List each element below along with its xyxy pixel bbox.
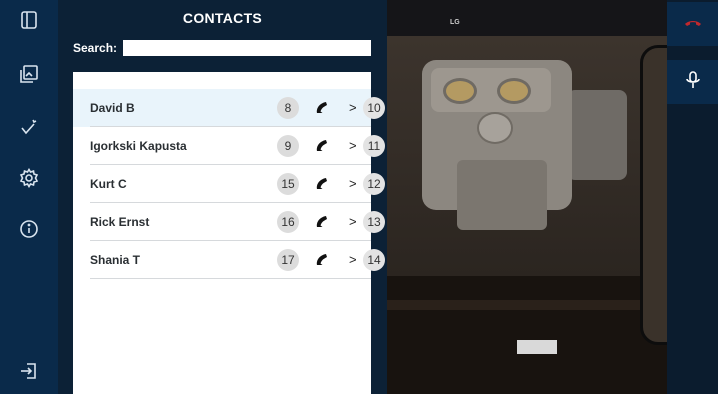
- contacts-list: David B 8 > 10 Igorkski Kapusta 9 > 11 K…: [73, 72, 385, 394]
- microphone-icon: [683, 70, 703, 95]
- info-button[interactable]: [13, 215, 45, 247]
- extension-badge: 10: [363, 97, 385, 119]
- contact-row[interactable]: Kurt C 15 > 12: [73, 165, 385, 203]
- contact-row[interactable]: Rick Ernst 16 > 13: [73, 203, 385, 241]
- sidebar-toggle-button[interactable]: [13, 6, 45, 38]
- carburetor-barrel-right: [497, 78, 531, 104]
- carburetor-cylinder: [477, 112, 513, 144]
- phone-icon: [313, 140, 331, 159]
- camera-monitor-logo: LG: [450, 19, 460, 26]
- gallery-icon: [19, 64, 39, 89]
- call-button[interactable]: [313, 251, 331, 269]
- contact-number-badge: 17: [277, 249, 299, 271]
- chevron-right-icon[interactable]: >: [349, 214, 357, 229]
- row-divider: [90, 278, 371, 279]
- contact-name: Kurt C: [90, 177, 127, 191]
- carburetor-lower: [457, 160, 547, 230]
- contact-name: Igorkski Kapusta: [90, 139, 187, 153]
- panel-title: CONTACTS: [182, 10, 263, 26]
- contact-row[interactable]: David B 8 > 10: [73, 89, 385, 127]
- camera-desk: [387, 276, 667, 394]
- logout-button[interactable]: [13, 357, 45, 389]
- camera-phone-outline: [640, 45, 667, 345]
- chevron-right-icon[interactable]: >: [349, 252, 357, 267]
- contact-row[interactable]: Igorkski Kapusta 9 > 11: [73, 127, 385, 165]
- settings-icon: [19, 167, 39, 193]
- call-button[interactable]: [313, 99, 331, 117]
- search-input[interactable]: [123, 40, 371, 56]
- logout-icon: [19, 361, 39, 386]
- gallery-button[interactable]: [13, 60, 45, 92]
- search-label: Search:: [73, 41, 118, 55]
- phone-icon: [313, 216, 331, 235]
- call-button[interactable]: [313, 213, 331, 231]
- camera-feed: LG: [387, 0, 667, 394]
- phone-icon: [313, 178, 331, 197]
- carburetor-barrel-left: [443, 78, 477, 104]
- camera-desk-edge: [387, 300, 667, 310]
- settings-button[interactable]: [13, 164, 45, 196]
- chevron-right-icon[interactable]: >: [349, 138, 357, 153]
- microphone-button[interactable]: [667, 60, 718, 104]
- end-call-button[interactable]: [667, 2, 718, 46]
- chevron-right-icon[interactable]: >: [349, 176, 357, 191]
- contact-number-badge: 16: [277, 211, 299, 233]
- extension-badge: 12: [363, 173, 385, 195]
- camera-desk-object: [517, 340, 557, 354]
- extension-badge: 14: [363, 249, 385, 271]
- phone-icon: [313, 254, 331, 273]
- camera-monitor-shelf: [387, 0, 667, 36]
- left-sidebar: [0, 0, 58, 394]
- extension-badge: 13: [363, 211, 385, 233]
- carburetor-side: [567, 90, 627, 180]
- contact-name: Shania T: [90, 253, 141, 267]
- contact-row[interactable]: Shania T 17 > 14: [73, 241, 385, 279]
- phone-icon: [313, 102, 331, 121]
- contact-number-badge: 8: [277, 97, 299, 119]
- contact-number-badge: 15: [277, 173, 299, 195]
- contacts-panel: CONTACTS Search: David B 8 > 10 Igorkski…: [58, 0, 387, 394]
- contact-number-badge: 9: [277, 135, 299, 157]
- call-button[interactable]: [313, 175, 331, 193]
- extension-badge: 11: [363, 135, 385, 157]
- call-controls: [667, 0, 718, 394]
- contact-name: David B: [90, 101, 135, 115]
- chevron-right-icon[interactable]: >: [349, 100, 357, 115]
- end-call-icon: [683, 12, 703, 37]
- info-icon: [19, 219, 39, 244]
- call-button[interactable]: [313, 137, 331, 155]
- contact-name: Rick Ernst: [90, 215, 150, 229]
- checklist-icon: [19, 117, 39, 142]
- checklist-button[interactable]: [13, 113, 45, 145]
- sidebar-toggle-icon: [19, 10, 39, 35]
